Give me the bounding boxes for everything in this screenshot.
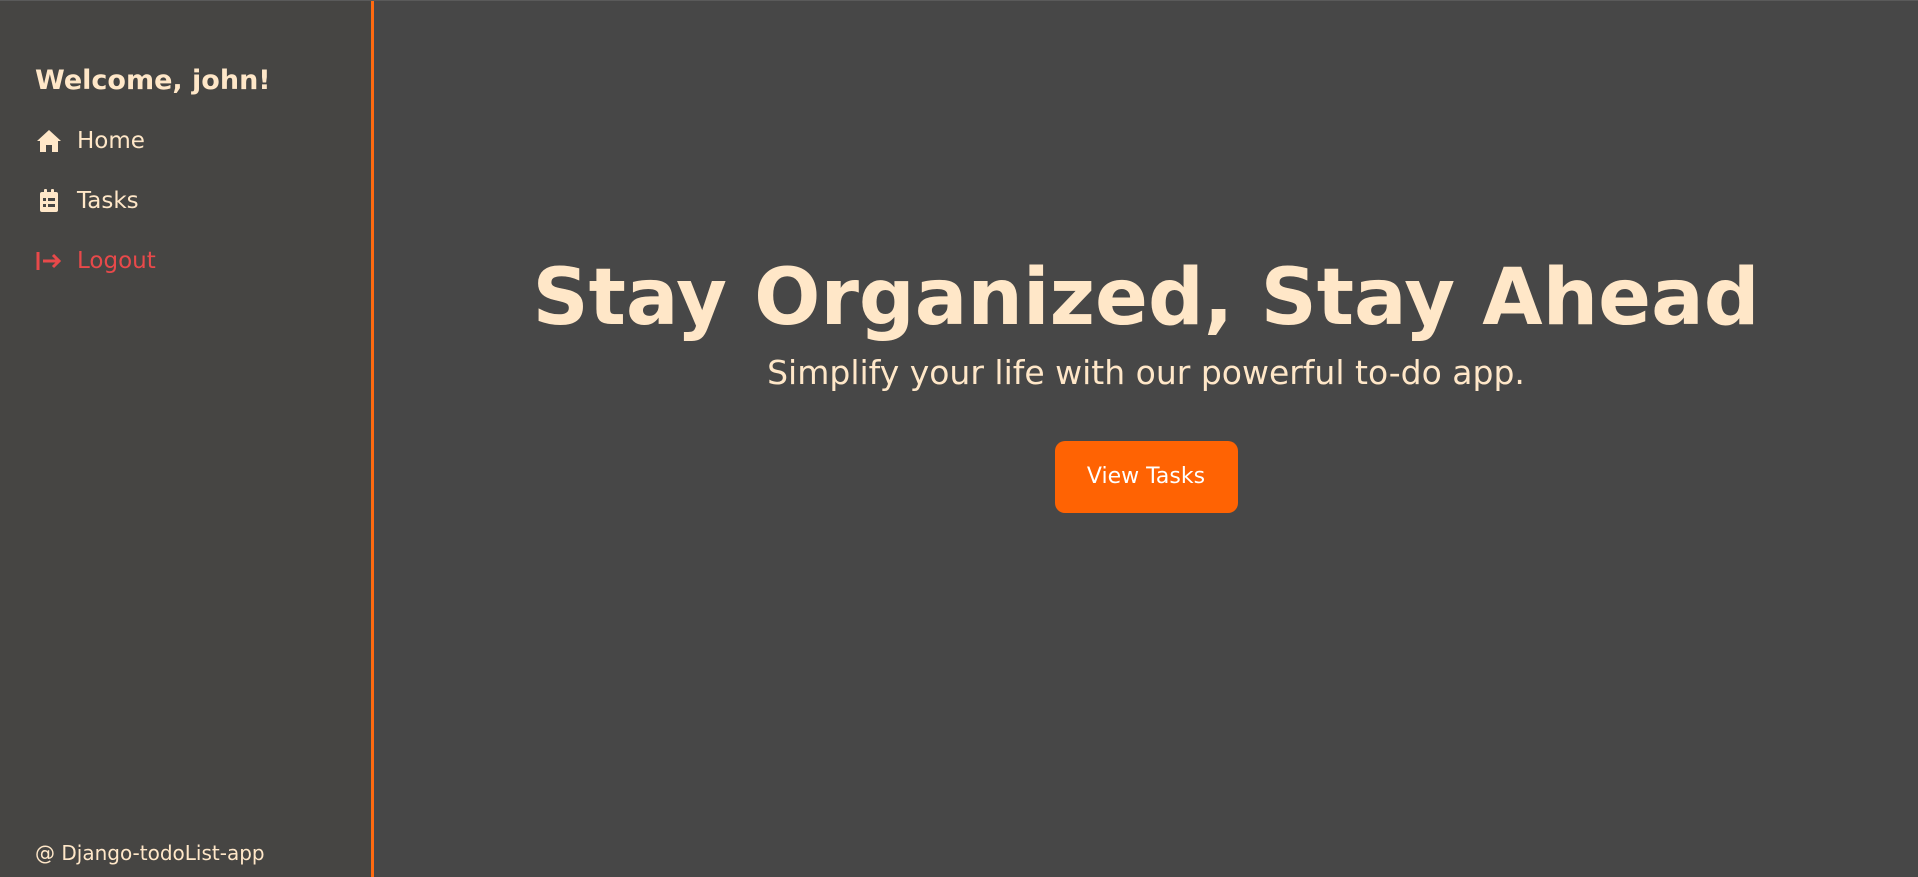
- hero-subtitle: Simplify your life with our powerful to-…: [767, 353, 1525, 392]
- sidebar-item-home[interactable]: Home: [35, 126, 156, 156]
- sidebar: Welcome, john! Home Tasks Logout @ Djang…: [0, 1, 374, 877]
- sidebar-item-label: Tasks: [77, 188, 139, 214]
- sidebar-nav: Home Tasks Logout: [35, 126, 156, 306]
- hero-title: Stay Organized, Stay Ahead: [532, 253, 1760, 343]
- sidebar-footer: @ Django-todoList-app: [35, 841, 265, 865]
- main-content: Stay Organized, Stay Ahead Simplify your…: [374, 1, 1918, 877]
- sidebar-item-logout[interactable]: Logout: [35, 246, 156, 276]
- hero-section: Stay Organized, Stay Ahead Simplify your…: [374, 251, 1918, 513]
- tasks-icon: [35, 187, 63, 215]
- logout-icon: [35, 247, 63, 275]
- sidebar-item-label: Home: [77, 128, 145, 154]
- app-window: Welcome, john! Home Tasks Logout @ Djang…: [0, 0, 1918, 877]
- home-icon: [35, 127, 63, 155]
- sidebar-item-tasks[interactable]: Tasks: [35, 186, 156, 216]
- sidebar-item-label: Logout: [77, 248, 156, 274]
- view-tasks-button[interactable]: View Tasks: [1054, 441, 1238, 513]
- welcome-heading: Welcome, john!: [35, 65, 271, 96]
